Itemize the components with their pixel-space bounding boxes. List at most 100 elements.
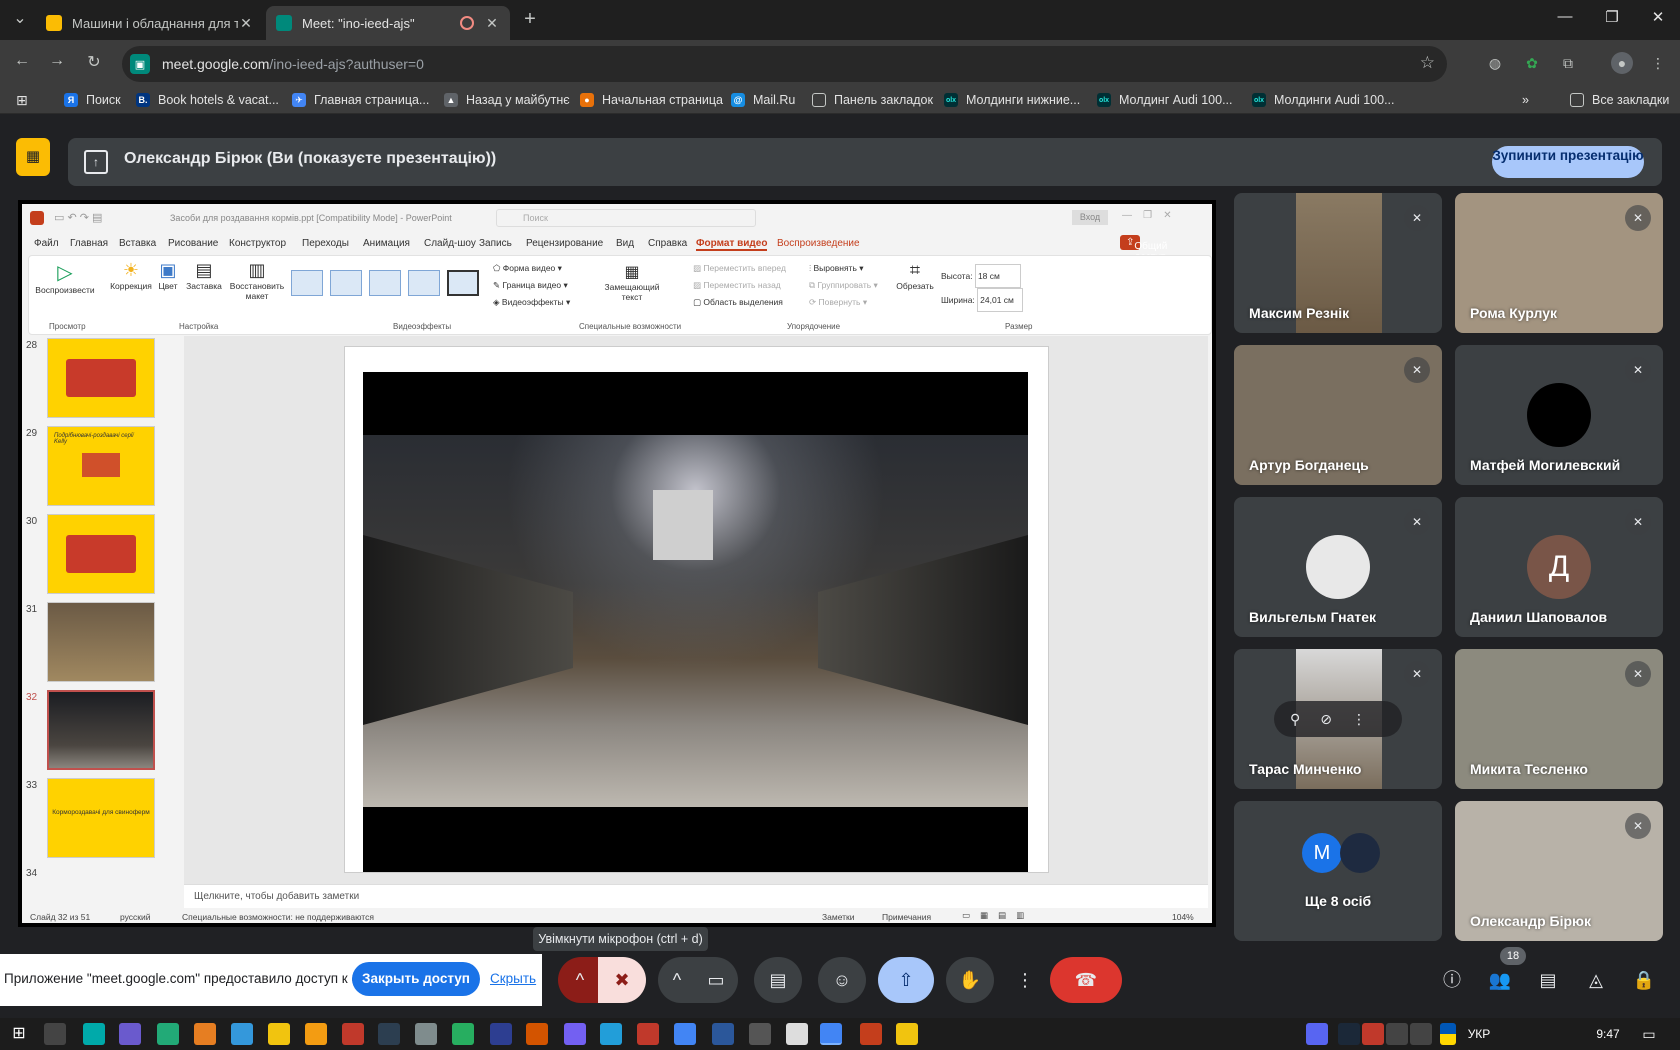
tab-item[interactable]: Машини і обладнання для тв ✕ bbox=[36, 6, 264, 40]
address-bar[interactable]: ▣ meet.google.com/ino-ieed-ajs?authuser=… bbox=[122, 46, 1447, 82]
mic-off-button[interactable]: ✖ bbox=[598, 957, 646, 1003]
crop-button[interactable]: ⌗ Обрезать bbox=[895, 260, 935, 291]
correction-button[interactable]: ☀ Коррекция bbox=[109, 260, 153, 291]
menu-draw[interactable]: Рисование bbox=[168, 238, 218, 249]
participant-tile[interactable]: ✕ Артур Богданець bbox=[1234, 345, 1442, 485]
keyboard-language[interactable]: УКР bbox=[1464, 1023, 1494, 1045]
activities-icon[interactable]: ◬ bbox=[1582, 966, 1610, 994]
tray-steam-icon[interactable] bbox=[1338, 1023, 1360, 1045]
close-tab-icon[interactable]: ✕ bbox=[484, 15, 500, 32]
video-style-5[interactable] bbox=[447, 270, 479, 296]
notes-toggle[interactable]: Заметки bbox=[822, 912, 855, 922]
more-bookmarks-button[interactable]: » bbox=[1522, 90, 1529, 110]
powerpoint-icon[interactable] bbox=[860, 1023, 882, 1045]
bookmark-item[interactable]: Я Поиск bbox=[64, 90, 121, 110]
tile-hover-controls[interactable]: ⚲⊘⋮ bbox=[1274, 701, 1402, 737]
taskbar-app-icon[interactable] bbox=[83, 1023, 105, 1045]
video-style-4[interactable] bbox=[408, 270, 440, 296]
meeting-info-icon[interactable]: ⓘ bbox=[1438, 966, 1466, 994]
menu-animation[interactable]: Анимация bbox=[363, 238, 410, 249]
host-controls-icon[interactable]: 🔒 bbox=[1630, 966, 1658, 994]
bookmark-item[interactable]: olx Молдинги Audi 100... bbox=[1252, 90, 1394, 110]
width-input[interactable]: 24,01 см bbox=[977, 288, 1024, 312]
slide-thumb[interactable] bbox=[47, 514, 155, 594]
taskbar-app-icon[interactable] bbox=[342, 1023, 364, 1045]
bookmark-star-icon[interactable]: ☆ bbox=[1420, 53, 1435, 73]
captions-button[interactable]: ▤ bbox=[754, 957, 802, 1003]
taskbar-app-icon[interactable] bbox=[157, 1023, 179, 1045]
menu-slideshow[interactable]: Слайд-шоу bbox=[424, 238, 476, 249]
reload-icon[interactable]: ↻ bbox=[82, 52, 106, 76]
color-button[interactable]: ▣ Цвет bbox=[153, 260, 183, 291]
taskbar-app-icon[interactable] bbox=[194, 1023, 216, 1045]
video-style-1[interactable] bbox=[291, 270, 323, 296]
bookmark-item[interactable]: ✈ Главная страница... bbox=[292, 90, 429, 110]
menu-insert[interactable]: Вставка bbox=[119, 238, 156, 249]
video-options-button[interactable]: ^ bbox=[658, 957, 696, 1003]
taskbar-clock[interactable]: 9:47 bbox=[1588, 1023, 1628, 1045]
chrome-icon[interactable] bbox=[674, 1023, 696, 1045]
participant-tile[interactable]: ✕ Микита Тесленко bbox=[1455, 649, 1663, 789]
menu-video-format[interactable]: Формат видео bbox=[696, 238, 768, 251]
telegram-icon[interactable] bbox=[600, 1023, 622, 1045]
menu-design[interactable]: Конструктор bbox=[229, 238, 286, 249]
tray-volume-icon[interactable] bbox=[1410, 1023, 1432, 1045]
taskbar-app-icon[interactable] bbox=[415, 1023, 437, 1045]
stop-presenting-button[interactable]: Зупинити презентацію bbox=[1492, 146, 1644, 178]
menu-kebab-icon[interactable]: ⋮ bbox=[1647, 52, 1669, 74]
opera-icon[interactable] bbox=[637, 1023, 659, 1045]
height-input[interactable]: 18 см bbox=[974, 264, 1021, 288]
menu-help[interactable]: Справка bbox=[648, 238, 687, 249]
more-participants-tile[interactable]: M Ще 8 осіб bbox=[1234, 801, 1442, 941]
group-button[interactable]: ⧉ Группировать ▾ bbox=[809, 277, 878, 294]
menu-transitions[interactable]: Переходы bbox=[302, 238, 349, 249]
menu-home[interactable]: Главная bbox=[70, 238, 108, 249]
settings-icon[interactable] bbox=[749, 1023, 771, 1045]
menu-review[interactable]: Рецензирование bbox=[526, 238, 603, 249]
notes-field[interactable]: Щелкните, чтобы добавить заметки bbox=[184, 884, 1208, 908]
reactions-button[interactable]: ☺ bbox=[818, 957, 866, 1003]
windows-start-icon[interactable]: ⊞ bbox=[8, 1023, 30, 1045]
translate-icon[interactable]: ◍ bbox=[1484, 52, 1506, 74]
current-slide[interactable] bbox=[344, 346, 1049, 873]
notepad-icon[interactable] bbox=[786, 1023, 808, 1045]
raise-hand-button[interactable]: ✋ bbox=[946, 957, 994, 1003]
video-effects-button[interactable]: ◈ Видеоэффекты ▾ bbox=[493, 294, 570, 311]
comments-toggle[interactable]: Примечания bbox=[882, 912, 931, 922]
poster-frame-button[interactable]: ▤ Заставка bbox=[184, 260, 224, 291]
present-button[interactable]: ⇧ bbox=[878, 957, 934, 1003]
tab-search-icon[interactable]: ⌄ bbox=[8, 8, 32, 32]
menu-playback[interactable]: Воспроизведение bbox=[777, 238, 860, 249]
video-style-2[interactable] bbox=[330, 270, 362, 296]
bookmark-item[interactable]: B. Book hotels & vacat... bbox=[136, 90, 279, 110]
hide-link[interactable]: Скрыть bbox=[490, 971, 536, 986]
new-tab-button[interactable]: + bbox=[518, 8, 542, 32]
participant-tile[interactable]: Д ✕ Даниил Шаповалов bbox=[1455, 497, 1663, 637]
taskbar-app-icon[interactable] bbox=[526, 1023, 548, 1045]
file-explorer-icon[interactable] bbox=[896, 1023, 918, 1045]
reset-design-button[interactable]: ▥ Восстановить макет bbox=[225, 260, 289, 301]
bookmark-item[interactable]: olx Молдинг Audi 100... bbox=[1097, 90, 1233, 110]
ppt-signin-button[interactable]: Вход bbox=[1072, 210, 1108, 225]
viber-icon[interactable] bbox=[564, 1023, 586, 1045]
minimize-button[interactable]: — bbox=[1550, 8, 1580, 32]
more-options-button[interactable]: ⋮ bbox=[1010, 957, 1040, 1003]
bookmark-item[interactable]: olx Молдинги нижние... bbox=[944, 90, 1080, 110]
back-icon[interactable]: ← bbox=[10, 52, 34, 76]
view-buttons[interactable]: ▭▦▤▥ bbox=[962, 910, 1034, 921]
extension-icon[interactable]: ✿ bbox=[1521, 52, 1543, 74]
slide-thumb[interactable]: Подрібнювачі-роздавачі серії Kelly bbox=[47, 426, 155, 506]
send-backward-button[interactable]: ▨ Переместить назад bbox=[693, 277, 786, 294]
ppt-share-button[interactable]: ⇪ Общий доступ bbox=[1120, 235, 1167, 263]
chrome-active-icon[interactable] bbox=[820, 1023, 842, 1045]
accessibility-status[interactable]: Специальные возможности: не поддерживают… bbox=[182, 912, 374, 922]
participant-tile[interactable]: ✕ Максим Резнік bbox=[1234, 193, 1442, 333]
bookmark-folder[interactable]: Панель закладок bbox=[812, 90, 933, 110]
notifications-icon[interactable]: ▭ bbox=[1638, 1023, 1660, 1045]
taskbar-app-icon[interactable] bbox=[119, 1023, 141, 1045]
close-window-button[interactable]: ✕ bbox=[1643, 8, 1673, 32]
slide-thumb-selected[interactable] bbox=[47, 690, 155, 770]
camera-button[interactable]: ▭ bbox=[694, 957, 738, 1003]
play-button[interactable]: ▷ Воспроизвести bbox=[35, 260, 95, 295]
alt-text-button[interactable]: ▦ Замещающий текст bbox=[597, 262, 667, 302]
